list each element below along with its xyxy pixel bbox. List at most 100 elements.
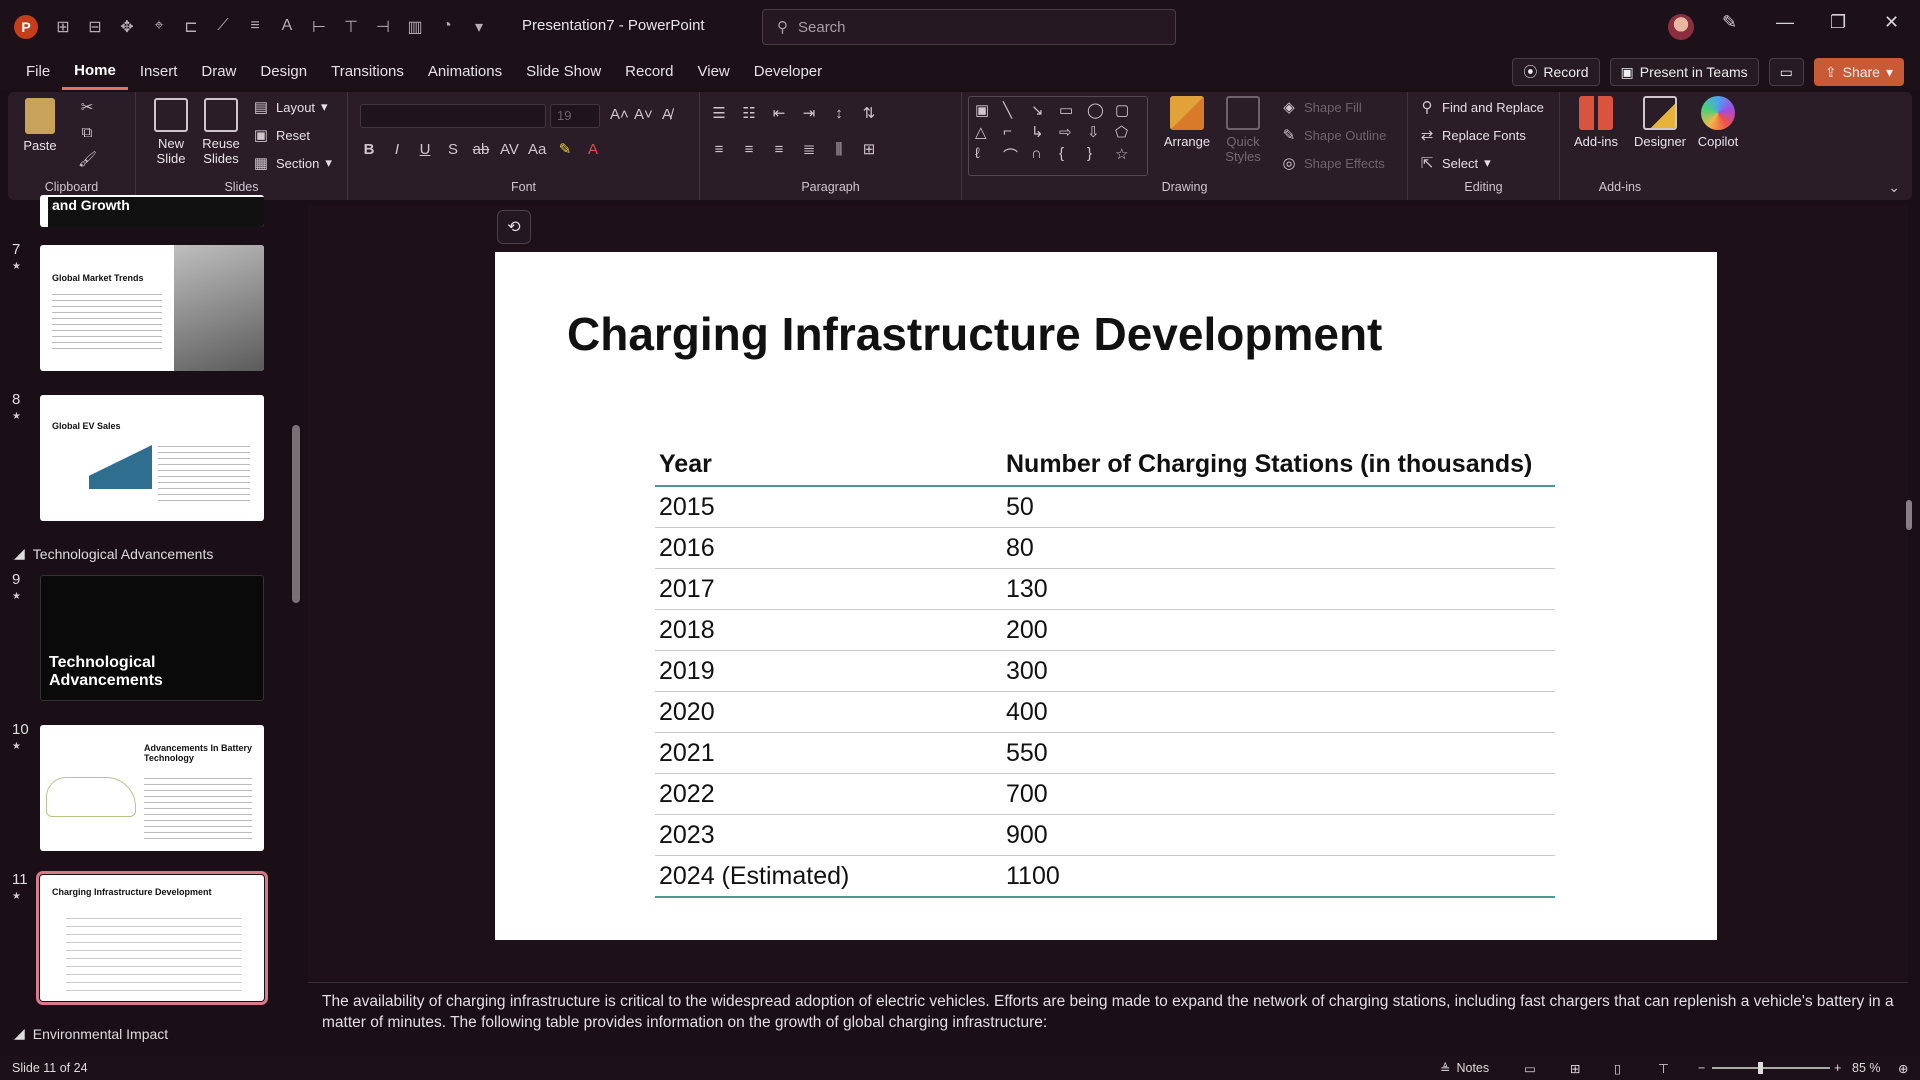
numbering-icon[interactable]: ☷ (740, 104, 758, 122)
tab-view[interactable]: View (686, 54, 742, 90)
shapes-gallery[interactable]: ▣ ╲ ↘ ▭ ◯ ▢ △ ⌐ ↳ ⇨ ⇩ ⬠ ℓ ⌒ ∩{} ☆ (968, 96, 1148, 176)
qat-tool-icon[interactable]: ⌖ (150, 17, 168, 37)
curve-shape-icon[interactable]: ∩ (1031, 145, 1055, 166)
qat-tool-icon[interactable]: ⊟ (86, 17, 104, 37)
change-case-icon[interactable]: Aa (528, 141, 546, 158)
right-brace-shape-icon[interactable]: } (1087, 145, 1111, 166)
slide-title[interactable]: Charging Infrastructure Development (567, 307, 1382, 361)
pentagon-shape-icon[interactable]: ⬠ (1115, 123, 1139, 141)
qat-tool-icon[interactable]: ⊢ (310, 17, 328, 37)
copy-button[interactable]: ⧉ (78, 124, 96, 141)
underline-icon[interactable]: U (416, 141, 434, 158)
qat-tool-icon[interactable]: ✥ (118, 17, 136, 37)
record-button[interactable]: ⦿ Record (1512, 58, 1600, 86)
qat-tool-icon[interactable]: ◔ (438, 17, 456, 37)
qat-tool-icon[interactable]: ⟋ (214, 17, 232, 37)
collapse-ribbon-icon[interactable]: ⌄ (1888, 179, 1900, 196)
freeform-shape-icon[interactable]: ℓ (975, 145, 999, 166)
decrease-indent-icon[interactable]: ⇤ (770, 104, 788, 122)
align-text-icon[interactable]: ⊞ (860, 140, 878, 158)
shape-effects-button[interactable]: ◎ Shape Effects (1280, 154, 1384, 172)
slide[interactable]: Charging Infrastructure Development Year… (495, 252, 1717, 940)
replace-fonts-button[interactable]: ⇄ Replace Fonts (1418, 126, 1526, 144)
align-center-icon[interactable]: ≡ (740, 141, 758, 158)
rectangle-shape-icon[interactable]: ▭ (1059, 101, 1083, 119)
line-spacing-icon[interactable]: ↕ (830, 105, 848, 122)
pen-icon[interactable]: ✎ (1722, 12, 1737, 33)
canvas-scrollbar[interactable] (1906, 500, 1912, 530)
qat-tool-icon[interactable]: ≡ (246, 17, 264, 37)
slide-thumbnail-7[interactable]: Global Market Trends (40, 245, 264, 371)
layout-button[interactable]: ▤ Layout ▾ (252, 98, 328, 116)
minimize-icon[interactable]: — (1776, 12, 1794, 33)
zoom-level[interactable]: 85 % (1852, 1061, 1881, 1075)
shadow-icon[interactable]: S (444, 141, 462, 158)
section-header-technological[interactable]: ◢ Technological Advancements (14, 545, 213, 562)
normal-view-icon[interactable]: ▭ (1524, 1061, 1536, 1076)
reset-button[interactable]: ▣ Reset (252, 126, 310, 144)
shape-outline-button[interactable]: ✎ Shape Outline (1280, 126, 1387, 144)
find-replace-button[interactable]: ⚲ Find and Replace (1418, 98, 1544, 116)
tab-design[interactable]: Design (248, 54, 319, 90)
qat-tool-icon[interactable]: ⊤ (342, 17, 360, 37)
star-shape-icon[interactable]: ☆ (1115, 145, 1139, 166)
align-right-icon[interactable]: ≡ (770, 141, 788, 158)
tab-animations[interactable]: Animations (416, 54, 514, 90)
justify-icon[interactable]: ≣ (800, 140, 818, 158)
designer-button[interactable]: Designer (1632, 96, 1688, 149)
qat-tool-icon[interactable]: ⊞ (54, 17, 72, 37)
fit-to-window-icon[interactable]: ⊕ (1898, 1061, 1908, 1076)
slide-thumbnail-10[interactable]: Advancements In Battery Technology (40, 725, 264, 851)
copilot-float-icon[interactable]: ⟲ (497, 210, 531, 244)
arrange-button[interactable]: Arrange (1160, 96, 1214, 149)
tab-developer[interactable]: Developer (742, 54, 834, 90)
data-table[interactable]: Year Number of Charging Stations (in tho… (655, 442, 1555, 898)
bullets-icon[interactable]: ☰ (710, 104, 728, 122)
quick-styles-button[interactable]: Quick Styles (1218, 96, 1268, 164)
tab-file[interactable]: File (14, 54, 62, 90)
avatar[interactable] (1668, 14, 1694, 40)
tab-insert[interactable]: Insert (128, 54, 190, 90)
elbow-connector-icon[interactable]: ⌐ (1003, 123, 1027, 141)
comments-button[interactable]: ▭ (1768, 58, 1804, 86)
slide-thumbnail-6[interactable]: and Growth (40, 195, 264, 227)
tab-home[interactable]: Home (62, 54, 128, 90)
tab-draw[interactable]: Draw (189, 54, 248, 90)
slideshow-icon[interactable]: ⊤ (1658, 1061, 1669, 1076)
tab-transitions[interactable]: Transitions (319, 54, 416, 90)
slide-sorter-icon[interactable]: ⊞ (1570, 1061, 1580, 1076)
notes-button[interactable]: ≜ Notes (1440, 1061, 1489, 1076)
zoom-out-icon[interactable]: − (1698, 1061, 1705, 1075)
columns-icon[interactable]: ⫼ (830, 141, 848, 158)
format-painter-button[interactable]: 🖌 (78, 150, 97, 168)
decrease-font-icon[interactable]: A˅ (634, 106, 653, 123)
new-slide-button[interactable]: New Slide (146, 98, 196, 166)
font-color-icon[interactable]: A (584, 141, 602, 158)
qat-tool-icon[interactable]: ▥ (406, 17, 424, 37)
arc-shape-icon[interactable]: ⌒ (1003, 145, 1027, 166)
slide-thumbnail-11[interactable]: Charging Infrastructure Development (36, 871, 268, 1005)
slide-thumbnail-9[interactable]: Technological Advancements (40, 575, 264, 701)
share-button[interactable]: ⇪ Share ▾ (1813, 58, 1904, 86)
italic-icon[interactable]: I (388, 141, 406, 158)
textbox-shape-icon[interactable]: ▣ (975, 101, 999, 119)
rounded-rect-shape-icon[interactable]: ▢ (1115, 101, 1139, 119)
slide-thumbnail-8[interactable]: Global EV Sales (40, 395, 264, 521)
qat-tool-icon[interactable]: ⊏ (182, 17, 200, 37)
char-spacing-icon[interactable]: AV (500, 141, 519, 158)
cut-button[interactable]: ✂ (78, 98, 96, 116)
reuse-slides-button[interactable]: Reuse Slides (196, 98, 246, 166)
restore-icon[interactable]: ❐ (1830, 12, 1846, 33)
thumbnail-scrollbar[interactable] (292, 425, 300, 603)
qat-tool-icon[interactable]: A (278, 17, 296, 37)
text-direction-icon[interactable]: ⇅ (860, 104, 878, 122)
qat-customize-icon[interactable]: ▾ (470, 17, 488, 37)
tab-slide-show[interactable]: Slide Show (514, 54, 613, 90)
triangle-shape-icon[interactable]: △ (975, 123, 999, 141)
search-input[interactable]: ⚲ Search (762, 9, 1176, 45)
highlight-icon[interactable]: ✎ (556, 140, 574, 158)
shape-fill-button[interactable]: ◈ Shape Fill (1280, 98, 1362, 116)
speaker-notes[interactable]: The availability of charging infrastruct… (308, 982, 1908, 1052)
present-in-teams-button[interactable]: ▣ Present in Teams (1609, 58, 1759, 86)
tab-record[interactable]: Record (613, 54, 685, 90)
